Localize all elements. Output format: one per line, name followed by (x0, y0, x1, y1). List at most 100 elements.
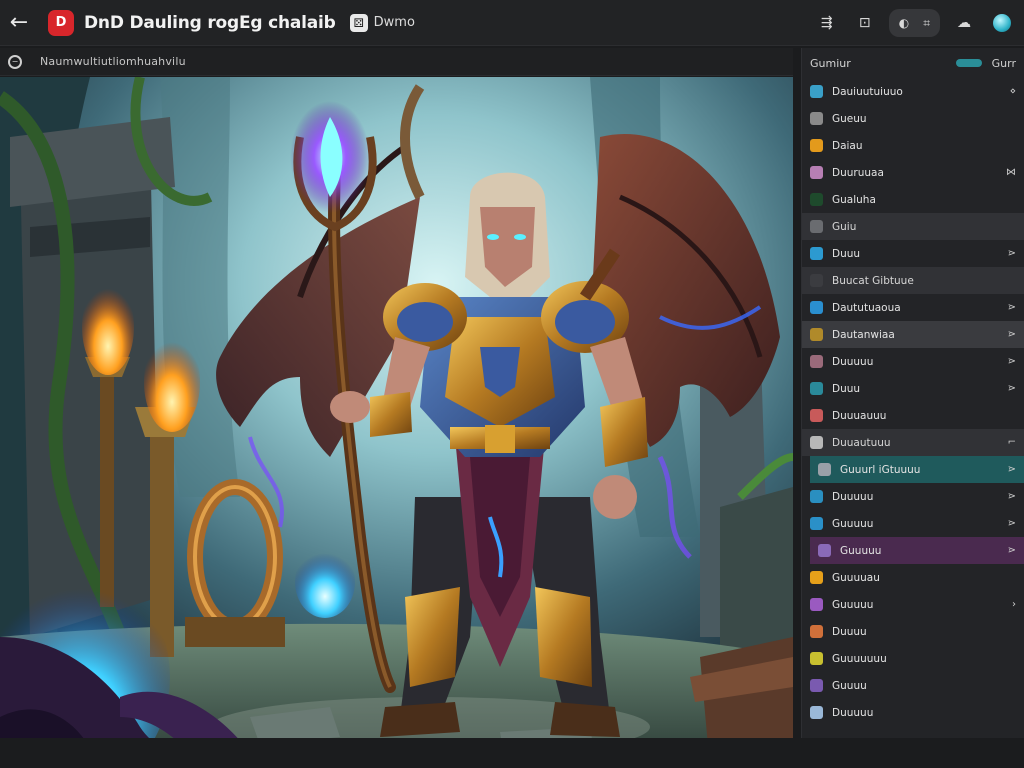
layer-item[interactable]: Guuuuau (802, 564, 1024, 591)
layer-thumbnail-icon (810, 436, 823, 449)
layer-item[interactable]: Duuu ⋗ (802, 240, 1024, 267)
layers-panel-meta[interactable]: Gurr (992, 57, 1016, 70)
layer-name: Duuuuu (832, 490, 874, 503)
share-icon[interactable]: ⇶ (813, 9, 841, 37)
layer-item[interactable]: Dautanwiaa ⋗ (802, 321, 1024, 348)
layer-item[interactable]: Guuurl iGtuuuu ⋗ (810, 456, 1024, 483)
layer-thumbnail-icon (810, 706, 823, 719)
layer-visibility-icon[interactable]: ⋗ (1008, 518, 1016, 529)
camera-icon[interactable]: ⊡ (851, 9, 879, 37)
layer-item[interactable]: Duuuuu ⋗ (802, 483, 1024, 510)
layer-thumbnail-icon (810, 517, 823, 530)
layer-item[interactable]: Guiu (802, 213, 1024, 240)
layer-name: Guuuuu (832, 517, 874, 530)
layer-name: Guuuuuuu (832, 652, 887, 665)
layer-name: Guuuuau (832, 571, 880, 584)
layer-name: Gueuu (832, 112, 867, 125)
layer-item[interactable]: Duuautuuu ⌐ (802, 429, 1024, 456)
layer-thumbnail-icon (810, 409, 823, 422)
layer-name: Guuuuu (832, 598, 874, 611)
layer-thumbnail-icon (810, 355, 823, 368)
layer-name: Daututuaoua (832, 301, 901, 314)
layer-thumbnail-icon (810, 598, 823, 611)
layer-name: Guuurl iGtuuuu (840, 463, 921, 476)
layer-thumbnail-icon (810, 301, 823, 314)
layer-visibility-icon[interactable]: ⋗ (1008, 545, 1016, 556)
layer-visibility-icon[interactable]: ⋗ (1008, 356, 1016, 367)
layer-name: Dauiuutuiuuo (832, 85, 903, 98)
layer-item[interactable]: Duuu ⋗ (802, 375, 1024, 402)
layer-thumbnail-icon (810, 679, 823, 692)
status-strip (0, 738, 1024, 768)
layer-item[interactable]: Gualuha (802, 186, 1024, 213)
layer-visibility-icon[interactable]: ⋄ (1010, 86, 1016, 97)
app-title: DnD Dauling rogEg chalaib (84, 12, 336, 33)
artwork-canvas[interactable] (0, 77, 793, 768)
layer-item[interactable]: Dauiuutuiuuo ⋄ (802, 78, 1024, 105)
layer-item[interactable]: Guuuuu ⋗ (810, 537, 1024, 564)
layer-thumbnail-icon (810, 112, 823, 125)
layer-visibility-icon[interactable]: ⋈ (1006, 167, 1016, 178)
layers-panel: Gumiur Gurr Dauiuutuiuuo ⋄ Gueuu Daiau Duuru… (801, 48, 1024, 738)
layer-name: Duuruuaa (832, 166, 884, 179)
layer-name: Buucat Gibtuue (832, 274, 914, 287)
layer-thumbnail-icon (810, 382, 823, 395)
document-badge[interactable]: ⚄ Dwmo (349, 13, 415, 32)
layer-visibility-icon[interactable]: ⋗ (1008, 491, 1016, 502)
layer-list: Dauiuutuiuuo ⋄ Gueuu Daiau Duuruuaa ⋈ Gualuha G… (802, 78, 1024, 726)
layer-item[interactable]: Buucat Gibtuue (802, 267, 1024, 294)
layer-name: Duuu (832, 382, 861, 395)
layer-name: Duuautuuu (832, 436, 891, 449)
layers-panel-title: Gumiur (810, 56, 851, 70)
view-toggle-left-icon: ◐ (898, 16, 910, 30)
layer-item[interactable]: Guuuu (802, 672, 1024, 699)
layer-visibility-icon[interactable]: ⋗ (1008, 383, 1016, 394)
layer-visibility-icon[interactable]: ⋗ (1008, 248, 1016, 259)
breadcrumb-bar: − Naumwultiutliomhuahvilu (0, 48, 793, 76)
layer-visibility-icon[interactable]: › (1012, 599, 1016, 610)
layer-item[interactable]: Duuruuaa ⋈ (802, 159, 1024, 186)
menu-circle-icon[interactable]: − (8, 54, 22, 69)
toolbar-actions: ⇶ ⊡ ◐ ⌗ ☁ (813, 8, 1016, 38)
back-arrow-icon[interactable]: ← (2, 6, 36, 40)
dice-icon: ⚄ (349, 13, 368, 32)
layer-thumbnail-icon (810, 166, 823, 179)
layer-thumbnail-icon (810, 328, 823, 341)
layer-item[interactable]: Guuuuu ⋗ (802, 510, 1024, 537)
layer-name: Duuuuu (832, 355, 874, 368)
layer-name: Duuuuu (832, 706, 874, 719)
layer-item[interactable]: Gueuu (802, 105, 1024, 132)
layer-item[interactable]: Guuuuu › (802, 591, 1024, 618)
layer-item[interactable]: Duuuauuu (802, 402, 1024, 429)
layer-name: Duuu (832, 247, 861, 260)
title-bar: ← D DnD Dauling rogEg chalaib ⚄ Dwmo ⇶ ⊡… (0, 0, 1024, 46)
view-toggle-right-icon: ⌗ (923, 15, 930, 30)
layer-name: Guuuu (832, 679, 867, 692)
layer-thumbnail-icon (810, 139, 823, 152)
cloud-icon[interactable]: ☁ (950, 9, 978, 37)
layer-item[interactable]: Daiau (802, 132, 1024, 159)
layer-thumbnail-icon (810, 85, 823, 98)
layer-thumbnail-icon (818, 463, 831, 476)
layer-name: Guuuuu (840, 544, 882, 557)
layer-visibility-icon[interactable]: ⋗ (1008, 329, 1016, 340)
layer-name: Daiau (832, 139, 863, 152)
document-label: Dwmo (373, 15, 415, 30)
layer-thumbnail-icon (818, 544, 831, 557)
layer-item[interactable]: Guuuuuuu (802, 645, 1024, 672)
layer-item[interactable]: Daututuaoua ⋗ (802, 294, 1024, 321)
layer-thumbnail-icon (810, 652, 823, 665)
gem-avatar-icon[interactable] (988, 9, 1016, 37)
layer-thumbnail-icon (810, 625, 823, 638)
layer-thumbnail-icon (810, 490, 823, 503)
layer-visibility-icon[interactable]: ⌐ (1008, 437, 1016, 448)
layers-panel-header: Gumiur Gurr (802, 48, 1024, 78)
panel-toggle[interactable] (955, 59, 982, 67)
layer-item[interactable]: Duuuu (802, 618, 1024, 645)
layer-visibility-icon[interactable]: ⋗ (1008, 464, 1016, 475)
layer-item[interactable]: Duuuuu ⋗ (802, 348, 1024, 375)
view-toggle[interactable]: ◐ ⌗ (888, 9, 940, 37)
layer-thumbnail-icon (810, 571, 823, 584)
layer-item[interactable]: Duuuuu (802, 699, 1024, 726)
layer-visibility-icon[interactable]: ⋗ (1008, 302, 1016, 313)
